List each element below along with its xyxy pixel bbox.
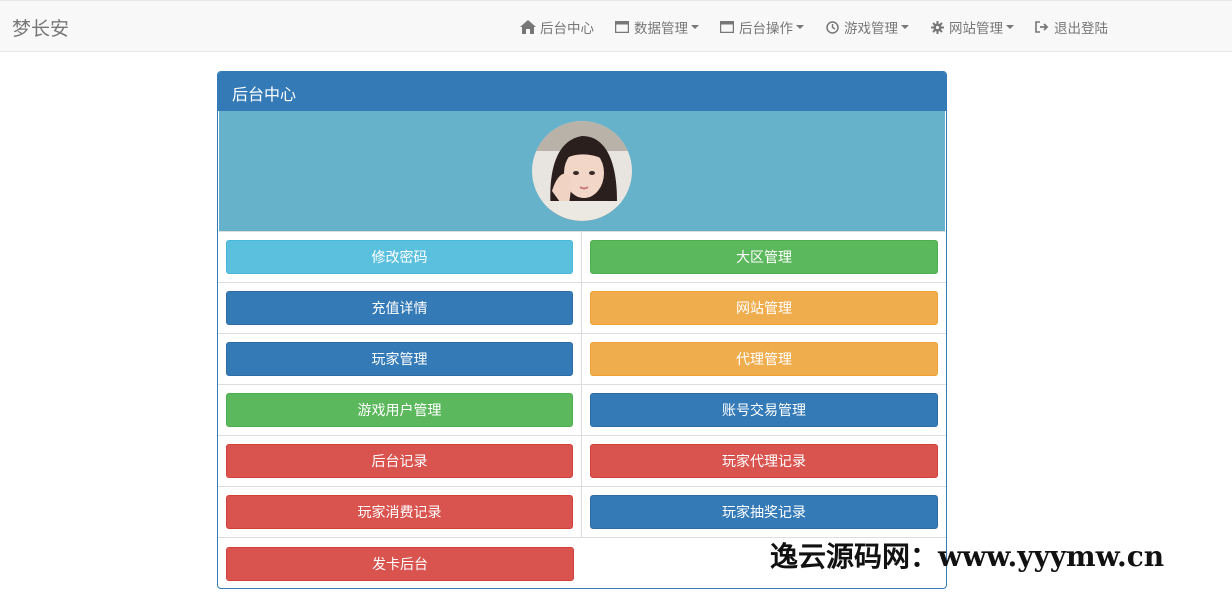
clock-icon [824, 19, 840, 35]
nav-item-dashboard[interactable]: 后台中心 [510, 1, 604, 53]
button-cell: 网站管理 [582, 283, 946, 333]
button-row: 后台记录 玩家代理记录 [218, 436, 946, 487]
nav-item-label: 后台中心 [540, 21, 594, 37]
panel-title: 后台中心 [218, 72, 946, 111]
nav-item-label: 后台操作 [739, 21, 793, 37]
button-row: 玩家消费记录 玩家抽奖记录 [218, 487, 946, 538]
button-row: 修改密码 大区管理 [218, 232, 946, 283]
dashboard-panel: 后台中心 修改密码 大区管理 充值详情 网站管理 玩家管理 代理管理 游戏用户管… [217, 71, 947, 589]
button-cell: 游戏用户管理 [218, 385, 582, 435]
brand-logo[interactable]: 梦长安 [12, 14, 69, 41]
backend-log-button[interactable]: 后台记录 [226, 444, 573, 478]
chevron-down-icon [1006, 25, 1014, 29]
button-cell: 发卡后台 [218, 538, 582, 588]
nav-item-label: 退出登陆 [1054, 21, 1108, 37]
nav-item-logout[interactable]: 退出登陆 [1024, 1, 1118, 53]
account-trade-management-button[interactable]: 账号交易管理 [590, 393, 938, 427]
button-row: 充值详情 网站管理 [218, 283, 946, 334]
sign-out-icon [1034, 19, 1050, 35]
button-cell: 玩家消费记录 [218, 487, 582, 537]
button-cell: 账号交易管理 [582, 385, 946, 435]
watermark-text: 逸云源码网：www.yyymw.cn [770, 540, 1165, 573]
button-row: 玩家管理 代理管理 [218, 334, 946, 385]
top-navbar: 梦长安 后台中心 数据管理 后台操作 游戏管理 网站管理 退出登陆 [0, 0, 1232, 52]
player-agent-log-button[interactable]: 玩家代理记录 [590, 444, 938, 478]
button-cell: 修改密码 [218, 232, 582, 282]
home-icon [520, 19, 536, 35]
nav-item-label: 数据管理 [634, 21, 688, 37]
recharge-details-button[interactable]: 充值详情 [226, 291, 573, 325]
button-cell: 代理管理 [582, 334, 946, 384]
window-icon [719, 19, 735, 35]
chevron-down-icon [691, 25, 699, 29]
button-cell: 玩家代理记录 [582, 436, 946, 486]
player-spending-log-button[interactable]: 玩家消费记录 [226, 495, 573, 529]
button-cell: 充值详情 [218, 283, 582, 333]
player-lottery-log-button[interactable]: 玩家抽奖记录 [590, 495, 938, 529]
game-user-management-button[interactable]: 游戏用户管理 [226, 393, 573, 427]
gear-icon [929, 19, 945, 35]
nav-item-site-management[interactable]: 网站管理 [919, 1, 1024, 53]
button-row: 游戏用户管理 账号交易管理 [218, 385, 946, 436]
button-cell: 后台记录 [218, 436, 582, 486]
window-icon [614, 19, 630, 35]
nav-item-game-management[interactable]: 游戏管理 [814, 1, 919, 53]
button-cell: 大区管理 [582, 232, 946, 282]
avatar-banner [219, 111, 945, 232]
site-management-button[interactable]: 网站管理 [590, 291, 938, 325]
nav-item-data-management[interactable]: 数据管理 [604, 1, 709, 53]
chevron-down-icon [901, 25, 909, 29]
region-management-button[interactable]: 大区管理 [590, 240, 938, 274]
nav-menu: 后台中心 数据管理 后台操作 游戏管理 网站管理 退出登陆 [510, 1, 1118, 53]
card-issuing-backend-button[interactable]: 发卡后台 [226, 546, 574, 581]
change-password-button[interactable]: 修改密码 [226, 240, 573, 274]
chevron-down-icon [796, 25, 804, 29]
player-management-button[interactable]: 玩家管理 [226, 342, 573, 376]
button-cell: 玩家管理 [218, 334, 582, 384]
agent-management-button[interactable]: 代理管理 [590, 342, 938, 376]
nav-item-label: 游戏管理 [844, 21, 898, 37]
nav-item-backend-ops[interactable]: 后台操作 [709, 1, 814, 53]
button-cell: 玩家抽奖记录 [582, 487, 946, 537]
nav-item-label: 网站管理 [949, 21, 1003, 37]
avatar [532, 121, 632, 221]
